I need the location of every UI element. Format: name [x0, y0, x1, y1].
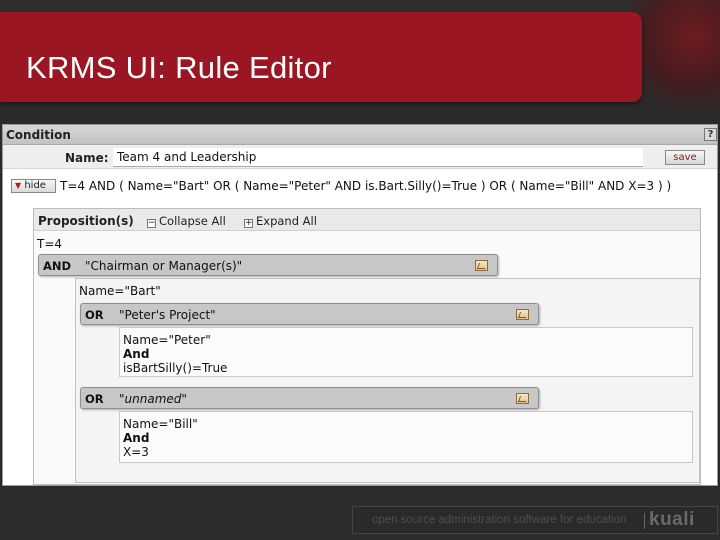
- group-bar-peters-project[interactable]: OR "Peter's Project": [80, 303, 539, 325]
- group-body-unnamed: Name="Bill" And X=3: [119, 411, 693, 463]
- proposition-leaf-bill[interactable]: Name="Bill": [123, 417, 198, 431]
- plus-box-icon: +: [244, 218, 253, 228]
- proposition-leaf-bart[interactable]: Name="Bart": [79, 284, 161, 298]
- group-bar-unnamed[interactable]: OR "unnamed": [80, 387, 539, 409]
- proposition-leaf-x3[interactable]: X=3: [123, 445, 149, 459]
- collapse-all-control[interactable]: − Collapse All: [147, 214, 226, 228]
- save-button[interactable]: save: [665, 150, 705, 165]
- group-label: "Chairman or Manager(s)": [85, 259, 243, 273]
- group-body-chairman-or-manager: Name="Bart" OR "Peter's Project" Name="P…: [75, 278, 700, 483]
- slide-title: KRMS UI: Rule Editor: [26, 50, 332, 85]
- group-operator: OR: [85, 308, 104, 322]
- conjunction-and: And: [123, 347, 150, 361]
- footer: open source administration software for …: [352, 506, 718, 534]
- proposition-leaf-bart-silly[interactable]: isBartSilly()=True: [123, 361, 227, 375]
- expand-all-control[interactable]: + Expand All: [244, 214, 317, 228]
- help-icon[interactable]: ?: [704, 128, 717, 141]
- propositions-header: Proposition(s) − Collapse All + Expand All: [34, 209, 700, 231]
- expand-all-label: Expand All: [256, 214, 317, 228]
- name-label: Name:: [65, 151, 109, 165]
- conjunction-and: And: [123, 431, 150, 445]
- propositions-panel: Proposition(s) − Collapse All + Expand All…: [33, 208, 701, 485]
- decorative-splash: [630, 0, 720, 120]
- name-input[interactable]: [113, 148, 643, 167]
- edit-description-icon[interactable]: [516, 393, 529, 404]
- rule-editor-screenshot: Condition ? Name: save ▼ hide T=4 AND ( …: [2, 124, 718, 486]
- group-label: "Peter's Project": [119, 308, 216, 322]
- propositions-title: Proposition(s): [38, 214, 134, 228]
- group-body-peters-project: Name="Peter" And isBartSilly()=True: [119, 327, 693, 377]
- group-operator: OR: [85, 392, 104, 406]
- footer-divider: [644, 513, 645, 529]
- edit-description-icon[interactable]: [516, 309, 529, 320]
- collapse-all-label: Collapse All: [159, 214, 226, 228]
- edit-description-icon[interactable]: [475, 260, 488, 271]
- condition-expression: T=4 AND ( Name="Bart" OR ( Name="Peter" …: [60, 179, 672, 193]
- proposition-leaf-peter[interactable]: Name="Peter": [123, 333, 211, 347]
- group-label: "unnamed": [119, 392, 187, 406]
- hide-label: hide: [24, 180, 46, 191]
- group-operator: AND: [43, 259, 72, 273]
- condition-header: Condition ?: [3, 125, 717, 145]
- title-banner: KRMS UI: Rule Editor: [0, 12, 642, 102]
- condition-title: Condition: [6, 128, 71, 142]
- name-row: Name: save: [3, 145, 717, 169]
- triangle-down-icon: ▼: [15, 181, 22, 190]
- group-bar-chairman-or-manager[interactable]: AND "Chairman or Manager(s)": [38, 254, 498, 276]
- proposition-leaf-t4[interactable]: T=4: [37, 237, 62, 251]
- footer-tagline: open source administration software for …: [372, 514, 627, 526]
- minus-box-icon: −: [147, 218, 156, 228]
- hide-button[interactable]: ▼ hide: [11, 179, 56, 193]
- kuali-logo: kuali: [649, 509, 695, 530]
